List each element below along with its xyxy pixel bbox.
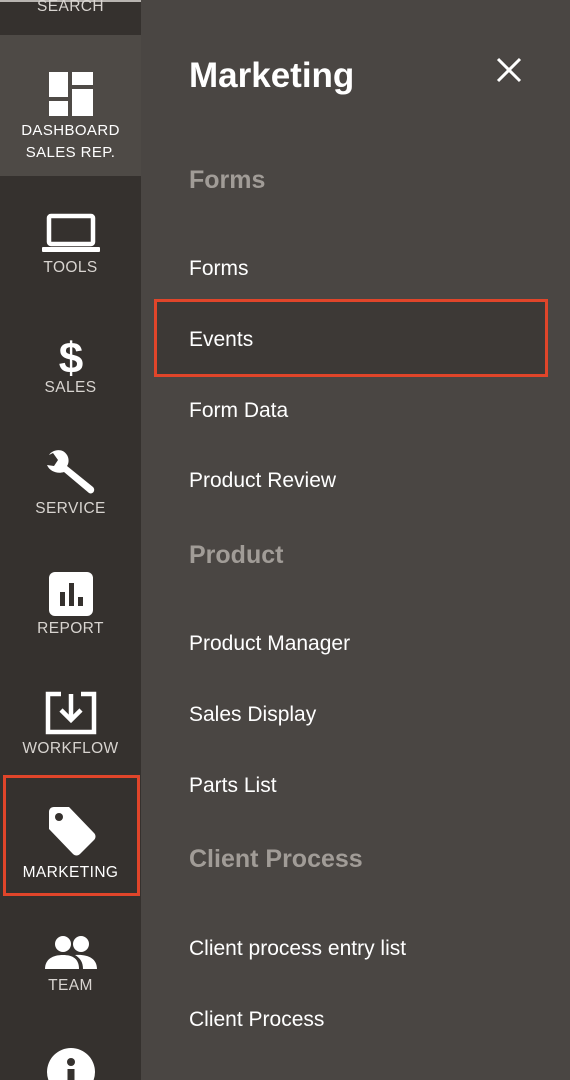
sidebar-item-label: REPORT xyxy=(37,620,104,637)
menu-link-sales-display[interactable]: Sales Display xyxy=(189,701,316,729)
app-root: SEARCH DASHBOARD SALES REP. TOOLS $ SALE… xyxy=(0,0,570,1080)
close-button[interactable] xyxy=(490,53,528,91)
sidebar-item-search[interactable]: SEARCH xyxy=(0,0,141,30)
sidebar-item-info[interactable] xyxy=(0,1047,141,1080)
sidebar-item-label: DASHBOARD xyxy=(21,122,120,139)
dollar-icon: $ xyxy=(56,333,86,377)
menu-link-product-review[interactable]: Product Review xyxy=(189,467,336,495)
info-icon xyxy=(46,1047,96,1080)
menu-link-product-manager[interactable]: Product Manager xyxy=(189,630,350,658)
menu-link-events[interactable]: Events xyxy=(189,326,253,354)
sidebar-item-label: SEARCH xyxy=(37,0,104,15)
sidebar-item-dashboard[interactable]: DASHBOARD SALES REP. xyxy=(0,35,141,176)
menu-link-client-process[interactable]: Client Process xyxy=(189,1006,324,1034)
sidebar-item-tools[interactable]: TOOLS xyxy=(0,213,141,283)
menu-link-form-data[interactable]: Form Data xyxy=(189,397,288,425)
section-heading-client-process: Client Process xyxy=(189,845,363,873)
sidebar-item-label: SERVICE xyxy=(35,500,106,517)
close-icon xyxy=(496,57,522,88)
menu-link-forms[interactable]: Forms xyxy=(189,255,249,283)
svg-text:$: $ xyxy=(58,334,82,377)
dashboard-icon xyxy=(48,72,93,116)
page-title: Marketing xyxy=(189,56,355,95)
section-heading-product: Product xyxy=(189,541,284,569)
sidebar-item-label: WORKFLOW xyxy=(22,740,119,757)
sidebar-item-report[interactable]: REPORT xyxy=(0,572,141,642)
sidebar-item-label: TOOLS xyxy=(43,259,98,276)
tag-icon xyxy=(45,806,97,856)
sidebar-item-label: MARKETING xyxy=(22,864,119,881)
sidebar-item-team[interactable]: TEAM xyxy=(0,935,141,1001)
sidebar-item-marketing[interactable]: MARKETING xyxy=(0,806,141,884)
bar-chart-icon xyxy=(48,572,93,616)
team-icon xyxy=(43,935,99,971)
sidebar-item-service[interactable]: SERVICE xyxy=(0,448,141,523)
sidebar-item-sales[interactable]: $ SALES xyxy=(0,333,141,403)
sidebar-item-label-line2: SALES REP. xyxy=(25,144,116,161)
sidebar-rail: SEARCH DASHBOARD SALES REP. TOOLS $ SALE… xyxy=(0,0,141,1080)
wrench-icon xyxy=(43,448,99,498)
sidebar-item-label: TEAM xyxy=(48,977,93,994)
menu-link-client-process-entry-list[interactable]: Client process entry list xyxy=(189,935,406,963)
download-tray-icon xyxy=(44,690,98,736)
sidebar-item-label: SALES xyxy=(44,379,97,396)
laptop-icon xyxy=(41,213,100,253)
menu-link-parts-list[interactable]: Parts List xyxy=(189,772,277,800)
section-heading-forms: Forms xyxy=(189,166,266,194)
sidebar-item-workflow[interactable]: WORKFLOW xyxy=(0,690,141,762)
